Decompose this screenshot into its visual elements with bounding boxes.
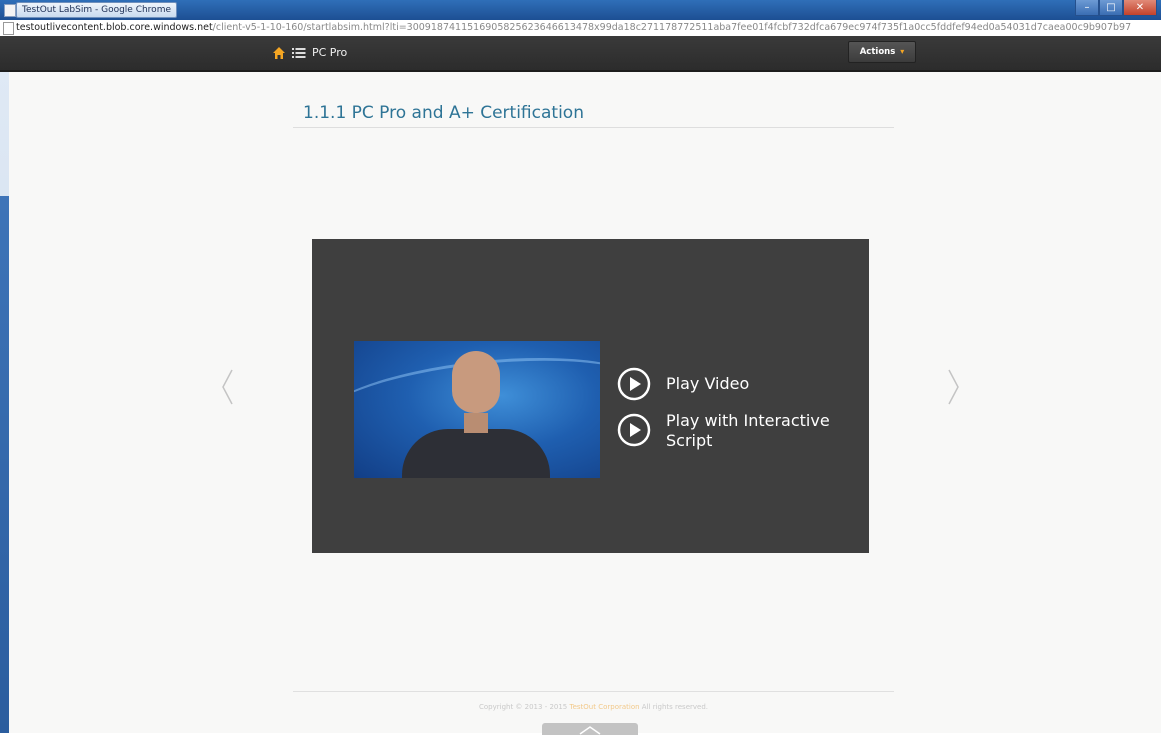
actions-button[interactable]: Actions ▾ [848, 41, 916, 63]
minimize-button[interactable]: – [1075, 0, 1099, 16]
window-controls: – □ ✕ [1075, 0, 1157, 16]
address-bar[interactable]: testoutlivecontent.blob.core.windows.net… [0, 20, 1161, 37]
page-icon [4, 4, 16, 17]
window-title: TestOut LabSim - Google Chrome [16, 2, 177, 18]
play-video-label: Play Video [666, 374, 750, 393]
actions-label: Actions [859, 47, 896, 57]
document-icon [3, 22, 14, 35]
title-divider [293, 127, 894, 128]
play-circle-icon [617, 413, 651, 447]
home-icon[interactable] [272, 46, 286, 60]
copyright-text: Copyright © 2013 - 2015 TestOut Corporat… [293, 701, 894, 713]
lesson-title: 1.1.1 PC Pro and A+ Certification [303, 103, 584, 123]
footer-divider [293, 691, 894, 692]
presenter-neck [464, 413, 488, 433]
maximize-button[interactable]: □ [1099, 0, 1123, 16]
play-circle-icon [617, 367, 651, 401]
presenter-head [452, 351, 500, 413]
url-host: testoutlivecontent.blob.core.windows.net [16, 22, 213, 33]
close-button[interactable]: ✕ [1123, 0, 1157, 16]
app-toolbar: PC Pro Actions ▾ [0, 36, 1161, 72]
scroll-top-tab[interactable] [542, 723, 638, 735]
url-text[interactable]: testoutlivecontent.blob.core.windows.net… [16, 20, 1131, 36]
copyright-prefix: Copyright © 2013 - 2015 [479, 703, 568, 711]
course-title[interactable]: PC Pro [312, 44, 347, 62]
list-menu-icon[interactable] [292, 47, 306, 59]
presenter-body [402, 429, 550, 478]
previous-arrow-icon[interactable] [219, 368, 235, 406]
company-link[interactable]: TestOut Corporation [570, 703, 640, 711]
chevron-up-icon [579, 726, 601, 735]
play-interactive-script-button[interactable]: Play with Interactive Script [617, 411, 866, 451]
window-left-edge-dark [0, 196, 9, 733]
copyright-suffix: All rights reserved. [641, 703, 708, 711]
url-path: /client-v5-1-10-160/startlabsim.html?lti… [212, 22, 1132, 33]
chevron-down-icon: ▾ [900, 47, 905, 56]
window-titlebar: TestOut LabSim - Google Chrome – □ ✕ [0, 0, 1161, 20]
next-arrow-icon[interactable] [946, 368, 962, 406]
play-video-button[interactable]: Play Video [617, 367, 749, 401]
main-content: 1.1.1 PC Pro and A+ Certification Play V… [9, 72, 1161, 735]
video-thumbnail[interactable] [354, 341, 600, 478]
play-interactive-script-label: Play with Interactive Script [666, 411, 830, 450]
video-panel: Play Video Play with Interactive Script [312, 239, 869, 553]
